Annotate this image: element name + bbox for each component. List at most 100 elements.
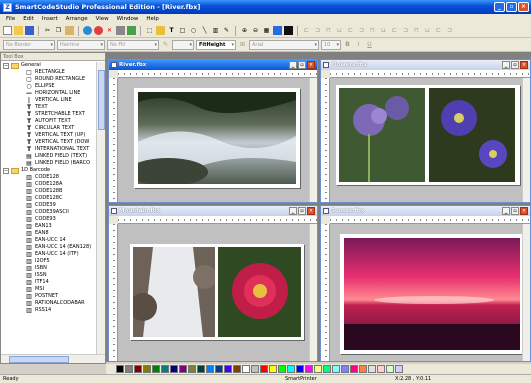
document-window-sunset[interactable]: Sunset.fbx _ ▫ × <box>320 205 531 362</box>
tree-item[interactable]: T VERTICAL TEXT (DOW <box>1 139 97 146</box>
zoom-fit-icon[interactable]: ⊞ <box>238 40 247 49</box>
document-canvas[interactable] <box>330 78 522 202</box>
picture-icon[interactable] <box>127 26 136 35</box>
menu-insert[interactable]: Insert <box>38 16 62 22</box>
tree-item[interactable]: ▥ I2OF5 <box>1 258 97 265</box>
tree-item[interactable]: T INTERNATIONAL TEXT <box>1 146 97 153</box>
color-swatch[interactable] <box>269 365 277 373</box>
new-icon[interactable] <box>3 26 12 35</box>
send-back-icon[interactable]: ⊔ <box>423 26 432 35</box>
color-swatch[interactable] <box>377 365 385 373</box>
menu-arrange[interactable]: Arrange <box>62 16 92 22</box>
tree-item[interactable]: ▥ MSI <box>1 286 97 293</box>
fill-icon[interactable] <box>284 26 293 35</box>
zoom-in-icon[interactable]: ⊕ <box>240 26 249 35</box>
close-icon[interactable]: × <box>307 61 315 69</box>
color-swatch[interactable] <box>170 365 178 373</box>
color-swatch[interactable] <box>125 365 133 373</box>
close-icon[interactable]: × <box>518 2 529 12</box>
bring-front-icon[interactable]: ⊓ <box>412 26 421 35</box>
toolbox-vertical-scrollbar[interactable] <box>96 62 105 355</box>
tree-item[interactable]: ▤ LINKED FIELD (TEXT) <box>1 153 97 160</box>
tree-item[interactable]: ▥ RSS14 <box>1 307 97 314</box>
toolbox-horizontal-scrollbar[interactable] <box>1 354 105 363</box>
spacing-icon[interactable]: ⊐ <box>401 26 410 35</box>
color-swatch[interactable] <box>233 365 241 373</box>
bold-icon[interactable]: B <box>343 40 352 49</box>
color-swatch[interactable] <box>260 365 268 373</box>
stop-icon[interactable] <box>94 26 103 35</box>
align-middle-icon[interactable]: ⊏ <box>346 26 355 35</box>
label-page[interactable] <box>130 244 304 340</box>
align-top-icon[interactable]: ⊔ <box>335 26 344 35</box>
tree-item[interactable]: T VERTICAL TEXT (UP) <box>1 132 97 139</box>
tree-item[interactable]: ▥ CODE128B <box>1 188 97 195</box>
text-tool-icon[interactable]: T <box>167 26 176 35</box>
tree-item[interactable]: ▥ CODE128C <box>1 195 97 202</box>
align-center-icon[interactable]: ⊐ <box>313 26 322 35</box>
tree-item[interactable]: ▥ EAN-UCC 14 (EAN128) <box>1 244 97 251</box>
delete-icon[interactable]: ✕ <box>105 26 114 35</box>
angle-dropdown[interactable] <box>172 39 194 50</box>
align-left-icon[interactable]: ⊏ <box>302 26 311 35</box>
color-swatch[interactable] <box>116 365 124 373</box>
color-swatch[interactable] <box>314 365 322 373</box>
zoom-dropdown[interactable]: FitHeight <box>196 39 236 50</box>
river-photo[interactable] <box>128 92 296 186</box>
label-page[interactable] <box>128 88 300 188</box>
red-flower-photo[interactable] <box>218 247 301 337</box>
tree-item[interactable]: ▥ CODE93 <box>1 216 97 223</box>
scroll-thumb[interactable] <box>98 70 105 130</box>
pen-color-icon[interactable]: ✎ <box>161 40 170 49</box>
scroll-thumb[interactable] <box>9 356 69 363</box>
color-swatch[interactable] <box>188 365 196 373</box>
tree-item[interactable]: T AUTOFIT TEXT <box>1 118 97 125</box>
color-swatch[interactable] <box>332 365 340 373</box>
zoom-out-icon[interactable]: ⊖ <box>251 26 260 35</box>
tree-item[interactable]: ▥ RATIONALCODABAR <box>1 300 97 307</box>
color-swatch[interactable] <box>368 365 376 373</box>
color-swatch[interactable] <box>242 365 250 373</box>
label-page[interactable] <box>336 85 520 185</box>
tree-item[interactable]: ▥ ITF14 <box>1 279 97 286</box>
font-dropdown[interactable]: Arial <box>249 39 319 50</box>
collapse-icon[interactable]: − <box>3 62 9 69</box>
copy-icon[interactable]: ❐ <box>54 26 63 35</box>
menu-file[interactable]: File <box>2 16 19 22</box>
purple-flower-photo[interactable] <box>429 88 515 182</box>
color-swatch[interactable] <box>215 365 223 373</box>
document-vertical-scrollbar[interactable] <box>309 78 317 202</box>
tree-item[interactable]: T STRETCHABLE TEXT <box>1 111 97 118</box>
line-width-dropdown[interactable]: Hairline <box>57 39 105 50</box>
color-swatch[interactable] <box>359 365 367 373</box>
tree-item[interactable]: ▥ EAN-UCC 14 (ITF) <box>1 251 97 258</box>
color-swatch[interactable] <box>179 365 187 373</box>
tree-item[interactable]: ▥ POSTNET <box>1 293 97 300</box>
color-swatch[interactable] <box>287 365 295 373</box>
waterfall-photo[interactable] <box>133 247 215 337</box>
tree-item[interactable]: ○ ELLIPSE <box>1 83 97 90</box>
color-swatch[interactable] <box>134 365 142 373</box>
open-icon[interactable] <box>14 26 23 35</box>
same-size-icon[interactable]: ⊏ <box>390 26 399 35</box>
color-swatch[interactable] <box>278 365 286 373</box>
save-icon[interactable] <box>25 26 34 35</box>
tree-item[interactable]: | VERTICAL LINE <box>1 97 97 104</box>
align-bottom-icon[interactable]: ⊐ <box>357 26 366 35</box>
cut-icon[interactable]: ✂ <box>43 26 52 35</box>
tree-item[interactable]: ▥ CODE128A <box>1 181 97 188</box>
paste-icon[interactable] <box>65 26 74 35</box>
tree-item[interactable]: ▤ LINKED FIELD (BARCO <box>1 160 97 167</box>
tree-item[interactable]: ▥ EAN8 <box>1 230 97 237</box>
document-vertical-scrollbar[interactable] <box>522 224 530 361</box>
color-swatch[interactable] <box>296 365 304 373</box>
color-swatch[interactable] <box>305 365 313 373</box>
document-window-river[interactable]: River.fbx _ ▫ × <box>108 59 318 203</box>
select-icon[interactable]: ⬚ <box>145 26 154 35</box>
tree-item[interactable]: ▥ CODE39 <box>1 202 97 209</box>
tree-folder-general[interactable]: − General <box>1 62 97 69</box>
close-icon[interactable]: × <box>520 61 528 69</box>
color-swatch[interactable] <box>350 365 358 373</box>
underline-icon[interactable]: U <box>365 40 374 49</box>
minimize-icon[interactable]: _ <box>502 61 510 69</box>
